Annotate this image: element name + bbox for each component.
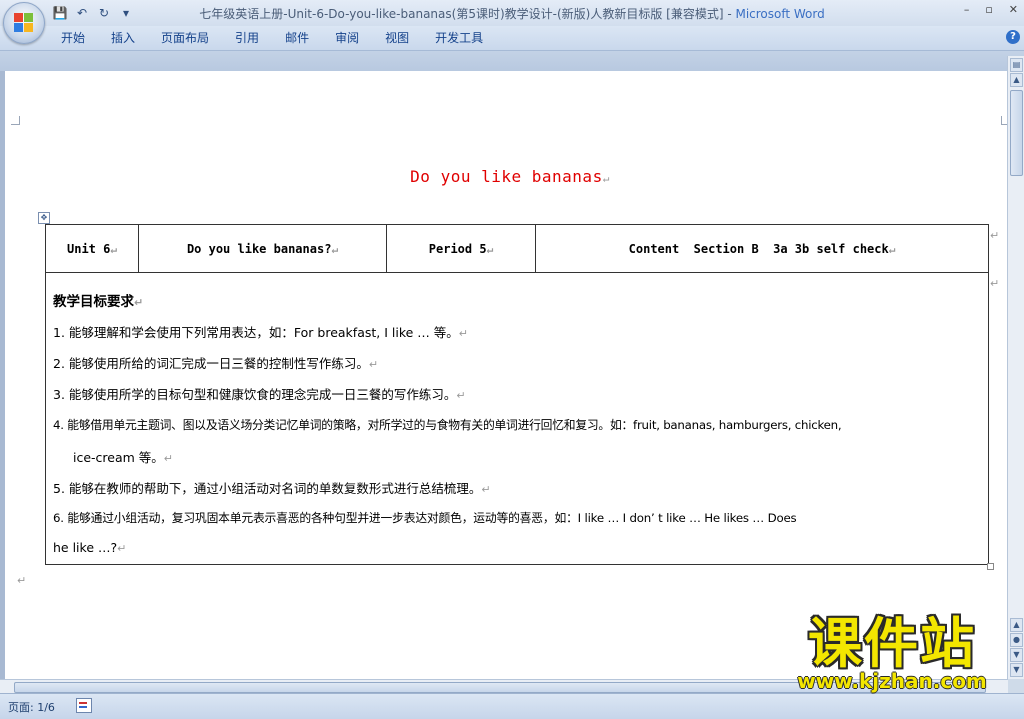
vertical-scroll-thumb[interactable] xyxy=(1010,90,1023,176)
window-controls: – ▫ ✕ xyxy=(964,3,1018,16)
close-icon[interactable]: ✕ xyxy=(1009,3,1018,16)
tab-view[interactable]: 视图 xyxy=(372,30,422,47)
tab-home[interactable]: 开始 xyxy=(48,30,98,47)
content-cell[interactable]: Content Section B 3a 3b self check↵ xyxy=(535,224,989,273)
paragraph-mark: ↵ xyxy=(17,574,27,587)
objectives-heading: 教学目标要求↵ xyxy=(53,294,144,310)
watermark-logo: 课件站 www.kjzhan.com xyxy=(772,612,1012,693)
ruler-area xyxy=(0,51,1024,71)
objective-item: 3. 能够使用所学的目标句型和健康饮食的理念完成一日三餐的写作练习。↵ xyxy=(53,387,466,402)
unit-cell[interactable]: Unit 6↵ xyxy=(45,224,139,273)
row-end-mark: ↵ xyxy=(990,277,1000,290)
tab-developer[interactable]: 开发工具 xyxy=(422,30,496,47)
page-indicator[interactable]: 页面: 1/6 xyxy=(8,699,55,715)
watermark-name: 课件站 xyxy=(808,612,976,675)
objective-item: 1. 能够理解和学会使用下列常用表达，如：For breakfast, I li… xyxy=(53,325,468,340)
margin-corner-mark xyxy=(11,116,20,125)
tab-review[interactable]: 审阅 xyxy=(322,30,372,47)
tab-page-layout[interactable]: 页面布局 xyxy=(148,30,222,47)
document-area: Do you like bananas↵ ✥ Unit 6↵ Do you li… xyxy=(0,71,1008,679)
lesson-plan-table: Unit 6↵ Do you like bananas?↵ Period 5↵ … xyxy=(45,224,989,273)
restore-icon[interactable]: ▫ xyxy=(985,3,992,16)
ribbon: 开始 插入 页面布局 引用 邮件 审阅 视图 开发工具 ? xyxy=(0,26,1024,51)
objective-item: 5. 能够在教师的帮助下，通过小组活动对名词的单数复数形式进行总结梳理。↵ xyxy=(53,481,491,496)
objective-item-continued: he like …?↵ xyxy=(53,540,127,555)
objective-item: 6. 能够通过小组活动，复习巩固本单元表示喜恶的各种句型并进一步表达对颜色，运动… xyxy=(53,511,797,525)
table-row: Unit 6↵ Do you like bananas?↵ Period 5↵ … xyxy=(45,224,989,273)
window-title: 七年级英语上册-Unit-6-Do-you-like-bananas(第5课时)… xyxy=(199,7,825,21)
scroll-up-icon[interactable]: ▲ xyxy=(1010,73,1023,87)
ribbon-tabs: 开始 插入 页面布局 引用 邮件 审阅 视图 开发工具 xyxy=(48,30,496,47)
ruler-toggle-icon[interactable]: ▤ xyxy=(1010,58,1023,72)
minimize-icon[interactable]: – xyxy=(964,3,970,16)
watermark-url: www.kjzhan.com xyxy=(797,669,987,693)
title-bar: 💾 ↶ ↻ ▾ 七年级英语上册-Unit-6-Do-you-like-banan… xyxy=(0,0,1024,44)
lesson-title-cell[interactable]: Do you like bananas?↵ xyxy=(138,224,387,273)
objective-item: 2. 能够使用所给的词汇完成一日三餐的控制性写作练习。↵ xyxy=(53,356,379,371)
help-icon[interactable]: ? xyxy=(1006,30,1020,44)
proofing-icon[interactable] xyxy=(76,698,92,713)
document-title: Do you like bananas↵ xyxy=(410,167,610,186)
vertical-scrollbar[interactable]: ▤ ▲ ▲ ● ▼ ▼ xyxy=(1007,56,1024,679)
office-logo-icon xyxy=(14,13,34,33)
objective-item: 4. 能够借用单元主题词、图以及语义场分类记忆单词的策略，对所学过的与食物有关的… xyxy=(53,418,842,432)
office-button[interactable] xyxy=(3,2,45,44)
table-resize-handle[interactable] xyxy=(987,563,994,570)
objective-item-continued: ice-cream 等。↵ xyxy=(73,450,174,465)
tab-references[interactable]: 引用 xyxy=(222,30,272,47)
objectives-cell[interactable]: 教学目标要求↵ 1. 能够理解和学会使用下列常用表达，如：For breakfa… xyxy=(45,272,989,565)
row-end-mark: ↵ xyxy=(990,229,1000,242)
tab-mailings[interactable]: 邮件 xyxy=(272,30,322,47)
period-cell[interactable]: Period 5↵ xyxy=(386,224,536,273)
tab-insert[interactable]: 插入 xyxy=(98,30,148,47)
document-page[interactable]: Do you like bananas↵ ✥ Unit 6↵ Do you li… xyxy=(5,71,1008,679)
table-move-handle-icon[interactable]: ✥ xyxy=(38,212,50,224)
status-bar: 页面: 1/6 xyxy=(0,693,1024,719)
